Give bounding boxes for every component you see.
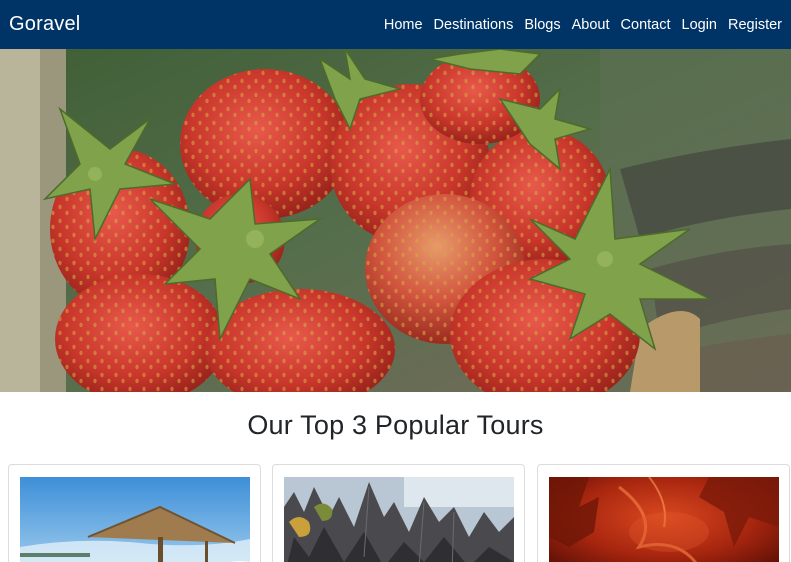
nav-register-link[interactable]: Register [723,17,782,33]
nav-contact-link[interactable]: Contact [615,17,676,33]
brand-logo-link[interactable]: Goravel [9,13,80,36]
tour-card[interactable] [272,464,525,562]
tour-card[interactable] [8,464,261,562]
nav-links: Home Destinations Blogs About Contact Lo… [378,17,782,33]
beach-hut-photo [20,477,250,562]
red-cave-photo [549,477,779,562]
navbar: Goravel Home Destinations Blogs About Co… [0,0,791,49]
nav-blogs-link[interactable]: Blogs [519,17,566,33]
tour-card-image[interactable] [284,477,514,562]
hero-image [0,49,791,392]
popular-tours-cards [8,464,790,562]
popular-tours-title: Our Top 3 Popular Tours [247,410,544,440]
tour-card[interactable] [537,464,790,562]
nav-login-link[interactable]: Login [676,17,722,33]
nav-destinations-link[interactable]: Destinations [428,17,519,33]
strawberries-photo [0,49,791,392]
tour-card-image[interactable] [549,477,779,562]
tour-card-image[interactable] [20,477,250,562]
limestone-rock-forest-photo [284,477,514,562]
nav-home-link[interactable]: Home [378,17,428,33]
nav-about-link[interactable]: About [566,17,615,33]
